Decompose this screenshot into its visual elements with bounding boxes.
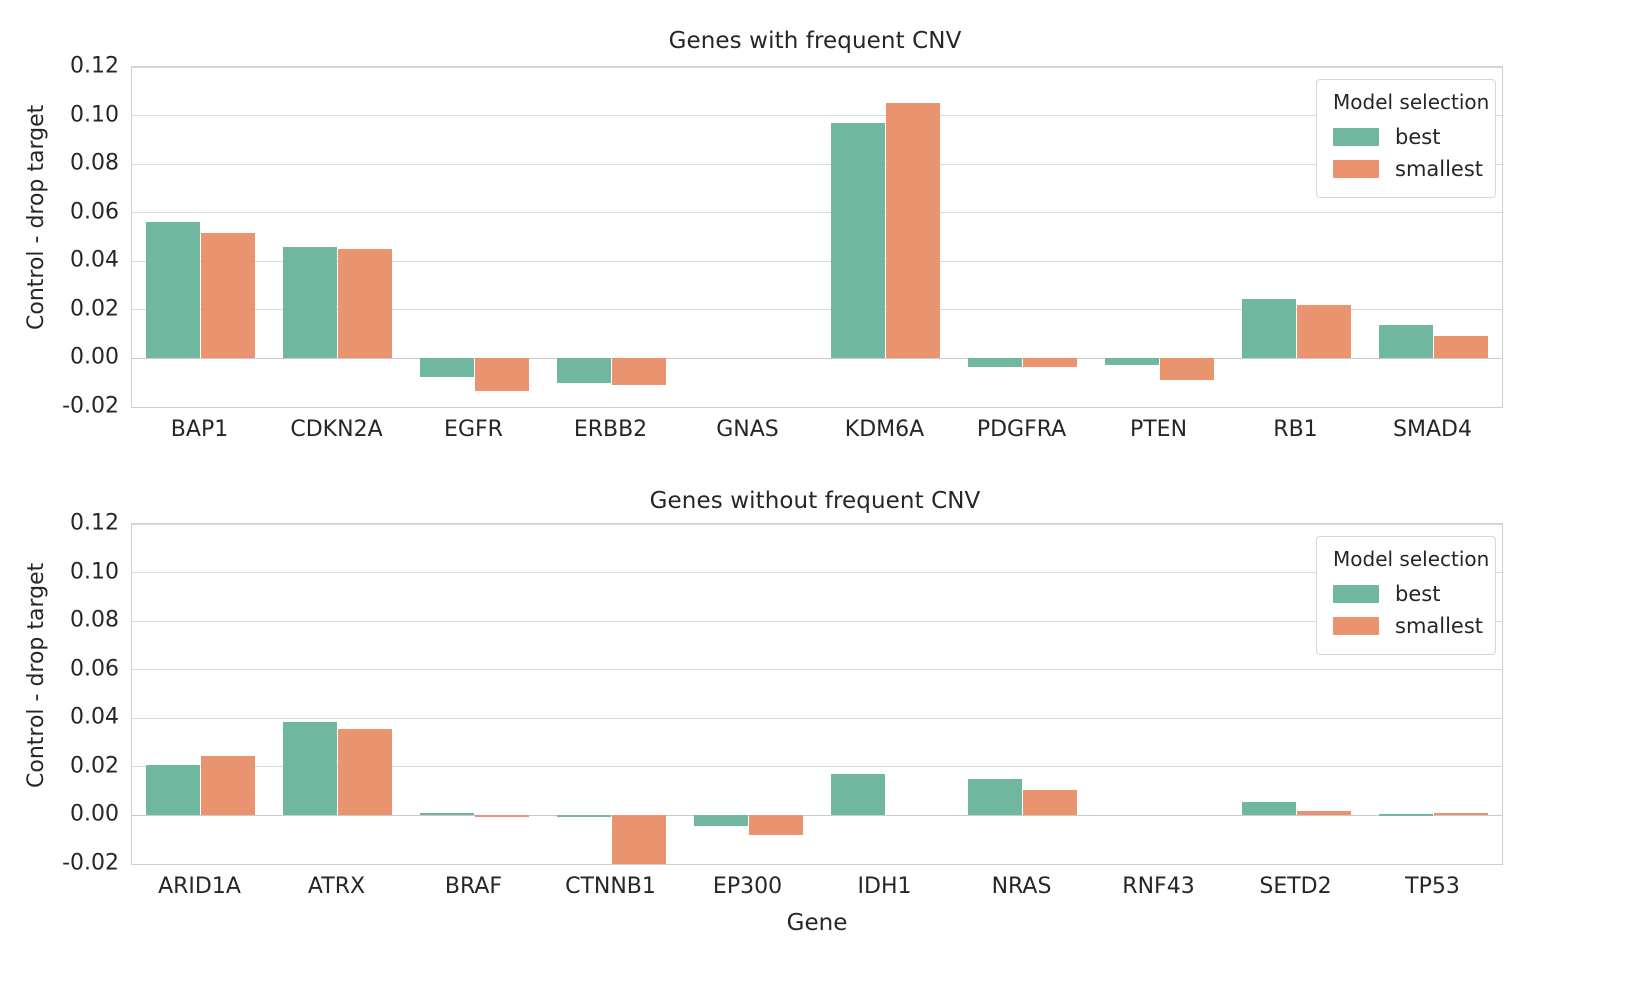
bar-kdm6a-smallest [885, 102, 941, 359]
plot-area-top: Model selection best smallest [131, 66, 1503, 408]
bar-bap1-smallest [200, 233, 256, 359]
y-tick-label: 0.10 [70, 559, 119, 585]
x-tick-label-pdgfra: PDGFRA [976, 417, 1067, 442]
bar-egfr-smallest [474, 358, 530, 391]
bar-cdkn2a-best [282, 246, 338, 359]
x-tick-label-smad4: SMAD4 [1393, 417, 1472, 442]
y-tick-label: 0.12 [70, 53, 119, 79]
x-tick-label-egfr: EGFR [444, 417, 503, 442]
bars-layer-top [132, 67, 1502, 407]
x-tick-label-cdkn2a: CDKN2A [290, 417, 383, 442]
bar-braf-smallest [474, 815, 530, 818]
y-tick-label: -0.02 [62, 850, 119, 876]
x-tick-label-rb1: RB1 [1273, 417, 1318, 442]
bar-arid1a-smallest [200, 756, 256, 816]
bar-pten-best [1104, 358, 1160, 366]
panel-title-top: Genes with frequent CNV [668, 28, 962, 54]
y-tick-label: 0.00 [70, 801, 119, 827]
panel-title-bottom: Genes without frequent CNV [649, 488, 981, 514]
bar-atrx-smallest [337, 728, 393, 816]
x-tick-label-erbb2: ERBB2 [573, 417, 648, 442]
bar-atrx-best [282, 721, 338, 816]
plot-area-bottom: Model selection best smallest [131, 523, 1503, 865]
bar-rb1-smallest [1296, 305, 1352, 359]
y-tick-label: -0.02 [62, 393, 119, 419]
y-tick-label: 0.10 [70, 102, 119, 128]
bar-setd2-best [1241, 802, 1297, 816]
bar-smad4-smallest [1433, 335, 1489, 359]
x-tick-label-setd2: SETD2 [1259, 874, 1332, 899]
bar-cdkn2a-smallest [337, 248, 393, 359]
x-axis-label-bottom: Gene [786, 910, 848, 936]
figure-canvas: Genes with frequent CNV Control - drop t… [0, 0, 1630, 1000]
y-axis-ticks-bottom: -0.02 0.00 0.02 0.04 0.06 0.08 0.10 0.12 [27, 511, 119, 876]
x-tick-label-rnf43: RNF43 [1122, 874, 1195, 899]
bar-tp53-best [1378, 814, 1434, 816]
y-tick-label: 0.02 [70, 753, 119, 779]
bar-setd2-smallest [1296, 810, 1352, 816]
x-tick-label-nras: NRAS [991, 874, 1052, 899]
y-tick-label: 0.12 [70, 510, 119, 536]
x-tick-label-ep300: EP300 [712, 874, 783, 899]
bar-ep300-smallest [748, 815, 804, 836]
bar-pdgfra-best [967, 358, 1023, 368]
bar-smad4-best [1378, 325, 1434, 359]
y-tick-label: 0.08 [70, 150, 119, 176]
bar-bap1-best [145, 221, 201, 359]
bar-pten-smallest [1159, 358, 1215, 380]
x-tick-label-atrx: ATRX [307, 874, 366, 899]
bar-erbb2-best [556, 358, 612, 383]
x-axis-ticks-top: BAP1 CDKN2A EGFR ERBB2 GNAS KDM6A PDGFRA PTEN RB… [131, 417, 1503, 447]
bar-ctnnb1-best [556, 815, 612, 817]
y-tick-label: 0.08 [70, 607, 119, 633]
chart-panel-cnv: Genes with frequent CNV Control - drop t… [0, 0, 1630, 470]
x-tick-label-tp53: TP53 [1405, 874, 1460, 899]
bar-kdm6a-best [830, 122, 886, 359]
bar-idh1-best [830, 773, 886, 816]
bars-layer-bottom [132, 524, 1502, 864]
x-tick-label-idh1: IDH1 [857, 874, 912, 899]
x-tick-label-arid1a: ARID1A [158, 874, 241, 899]
x-tick-label-kdm6a: KDM6A [844, 417, 925, 442]
y-tick-label: 0.02 [70, 296, 119, 322]
x-tick-label-bap1: BAP1 [170, 417, 229, 442]
bar-arid1a-best [145, 764, 201, 816]
y-axis-ticks-top: -0.02 0.00 0.02 0.04 0.06 0.08 0.10 0.12 [27, 54, 119, 419]
x-tick-label-ctnnb1: CTNNB1 [565, 874, 656, 899]
y-tick-label: 0.04 [70, 704, 119, 730]
y-tick-label: 0.04 [70, 247, 119, 273]
x-axis-ticks-bottom: ARID1A ATRX BRAF CTNNB1 EP300 IDH1 NRAS RNF43 SE… [131, 874, 1503, 904]
bar-ep300-best [693, 815, 749, 826]
y-tick-label: 0.06 [70, 656, 119, 682]
bar-nras-best [967, 779, 1023, 816]
bar-braf-best [419, 813, 475, 816]
x-tick-label-pten: PTEN [1129, 417, 1188, 442]
y-tick-label: 0.06 [70, 199, 119, 225]
bar-egfr-best [419, 358, 475, 378]
x-tick-label-gnas: GNAS [716, 417, 779, 442]
x-tick-label-braf: BRAF [444, 874, 503, 899]
chart-panel-no-cnv: Genes without frequent CNV Control - dro… [0, 470, 1630, 1000]
bar-erbb2-smallest [611, 358, 667, 385]
bar-rb1-best [1241, 299, 1297, 359]
bar-pdgfra-smallest [1022, 358, 1078, 368]
bar-nras-smallest [1022, 789, 1078, 816]
y-tick-label: 0.00 [70, 344, 119, 370]
bar-tp53-smallest [1433, 813, 1489, 816]
bar-ctnnb1-smallest [611, 815, 667, 864]
